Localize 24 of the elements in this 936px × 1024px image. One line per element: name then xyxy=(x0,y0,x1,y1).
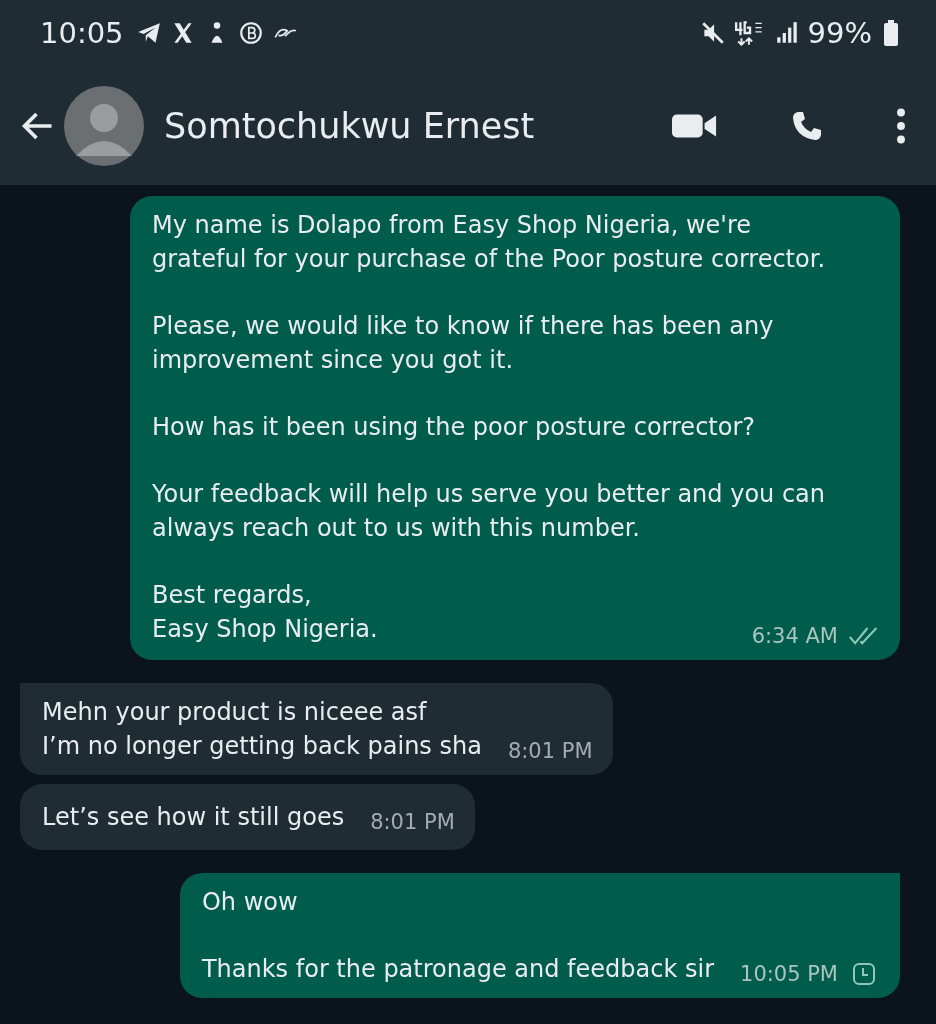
message-time: 10:05 PM xyxy=(740,962,838,986)
message-bubble[interactable]: Mehn your product is niceee asf I’m no longer getting back pains sha 8:01 PM xyxy=(20,683,613,775)
message-text: Mehn your product is niceee asf I’m no longer getting back pains sha xyxy=(42,697,482,762)
message-text: How has it been using the poor posture corrector? xyxy=(152,412,756,443)
message-text: Best regards, Easy Shop Nigeria. xyxy=(152,580,378,645)
message-text: Thanks for the patronage and feedback sir xyxy=(201,954,714,985)
clock: 10:05 xyxy=(40,16,124,50)
message-text: Your feedback will help us serve you better and you can always reach out to us with this number. xyxy=(152,479,827,544)
avatar[interactable] xyxy=(64,85,144,166)
chat-bubble-icon xyxy=(237,20,264,46)
battery-percentage: 99% xyxy=(807,16,872,50)
message-time: 8:01 PM xyxy=(370,810,455,834)
message-text: My name is Dolapo from Easy Shop Nigeria, we're grateful for your purchase of the Poor posture corrector. xyxy=(152,210,826,275)
contact-name[interactable]: Somtochukwu Ernest xyxy=(164,105,672,146)
message-text: Let’s see how it still goes xyxy=(42,802,345,833)
message-bubble[interactable]: Oh wow Thanks for the patronage and feedback sir 10:05 PM xyxy=(179,873,900,998)
menu-icon[interactable] xyxy=(896,107,906,144)
message-time: 6:34 AM xyxy=(751,624,838,648)
battery-icon xyxy=(884,20,898,46)
message-text: Oh wow xyxy=(201,887,298,918)
message-bubble[interactable] xyxy=(130,196,900,660)
message-text: Please, we would like to know if there has been any improvement since you got it. xyxy=(152,311,775,376)
message-bubble[interactable]: Let’s see how it still goes 8:01 PM xyxy=(20,784,475,850)
message-time: 8:01 PM xyxy=(507,739,593,763)
